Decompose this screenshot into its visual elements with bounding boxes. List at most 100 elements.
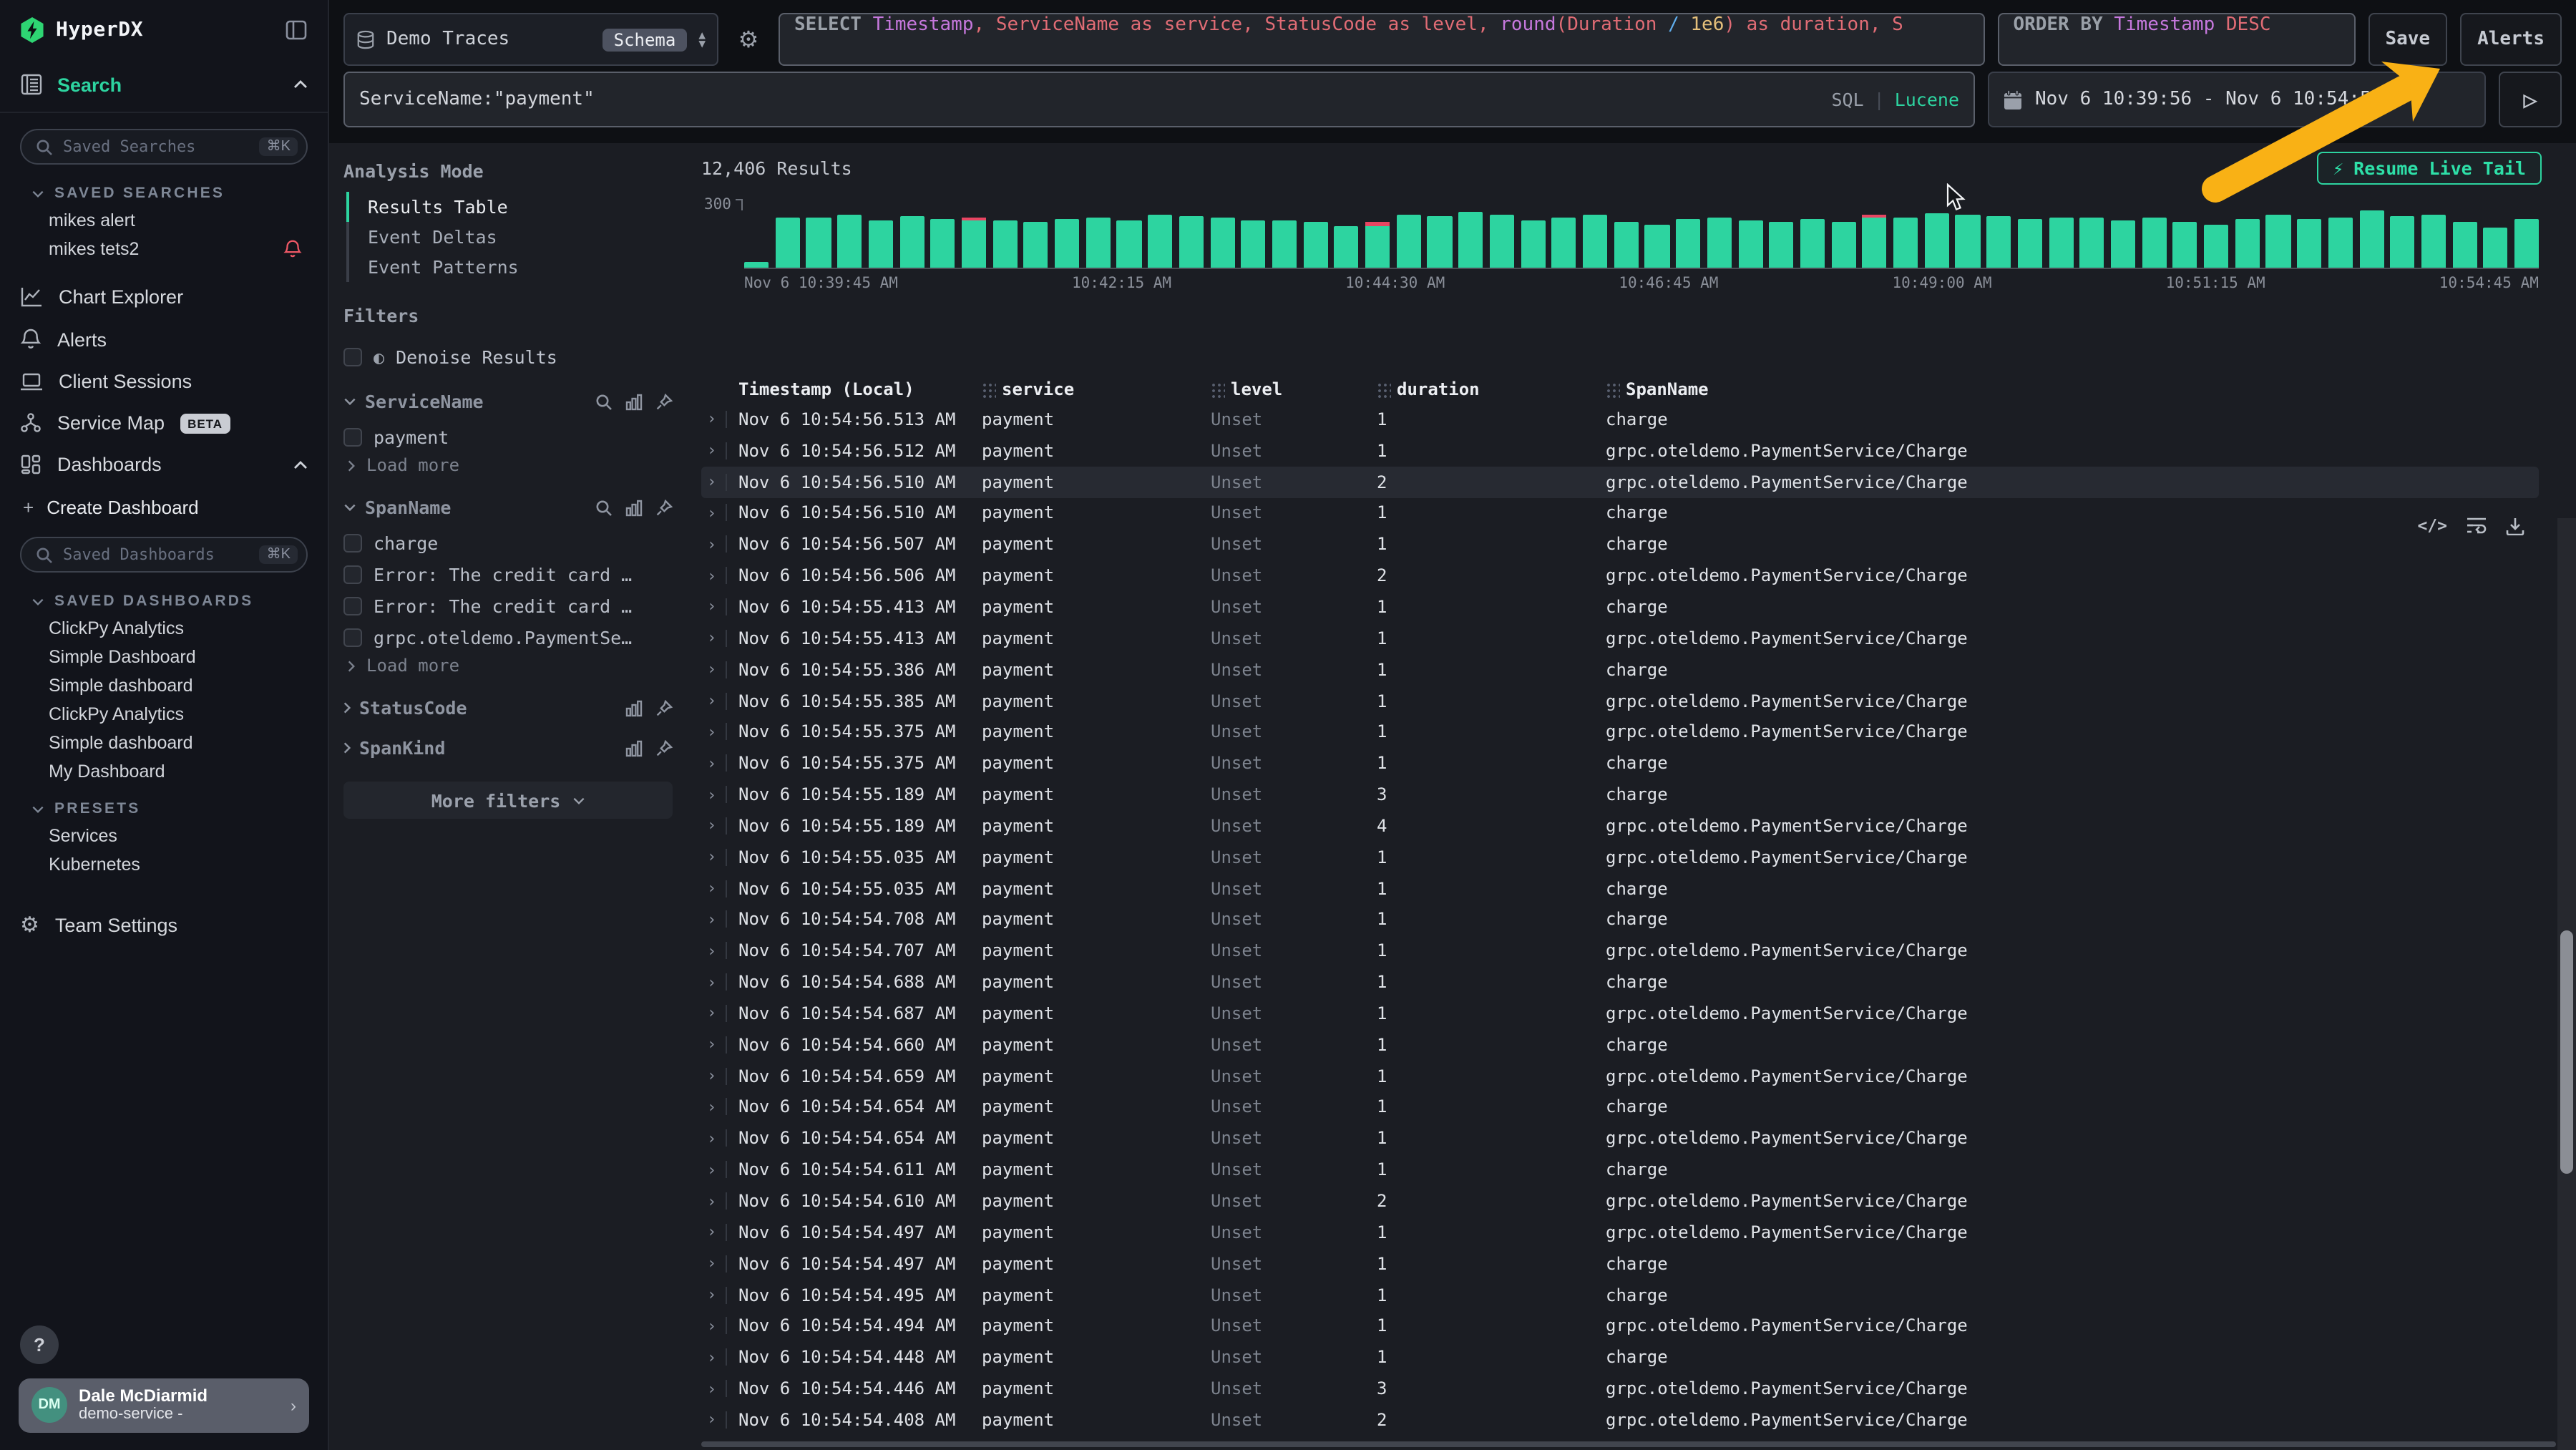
column-drag-handle[interactable] (1377, 381, 1391, 397)
saved-search-item[interactable]: mikes tets2 (0, 235, 328, 263)
preset-item[interactable]: Kubernetes (0, 850, 328, 879)
histogram-bar[interactable] (2297, 219, 2321, 268)
row-expander[interactable]: › (701, 504, 738, 522)
histogram-bar[interactable] (1085, 217, 1110, 268)
saved-dashboard-item[interactable]: ClickPy Analytics (0, 700, 328, 729)
table-row[interactable]: ›Nov 6 10:54:55.189 AMpaymentUnset4grpc.… (701, 810, 2539, 842)
analysis-mode-results-table[interactable]: Results Table (346, 192, 673, 222)
filter-group-spankind[interactable]: SpanKind (343, 737, 673, 759)
row-expander[interactable]: › (701, 535, 738, 554)
table-row[interactable]: ›Nov 6 10:54:55.189 AMpaymentUnset3charg… (701, 779, 2539, 810)
histogram-bar[interactable] (1397, 214, 1421, 268)
column-spanname[interactable]: SpanName (1606, 379, 2539, 399)
histogram-bar[interactable] (869, 220, 893, 268)
chart-icon[interactable] (625, 393, 643, 410)
histogram-bar[interactable] (2266, 214, 2290, 268)
table-row[interactable]: ›Nov 6 10:54:54.497 AMpaymentUnset1charg… (701, 1248, 2539, 1280)
row-expander[interactable]: › (701, 910, 738, 929)
saved-dashboard-item[interactable]: ClickPy Analytics (0, 614, 328, 643)
histogram-bar[interactable] (1148, 215, 1172, 268)
sidebar-item-service-map[interactable]: Service Map BETA (0, 402, 328, 444)
more-filters-button[interactable]: More filters (343, 782, 673, 819)
row-expander[interactable]: › (701, 1192, 738, 1210)
checkbox[interactable] (343, 533, 362, 552)
table-row[interactable]: ›Nov 6 10:54:56.506 AMpaymentUnset2grpc.… (701, 560, 2539, 591)
saved-searches-header[interactable]: SAVED SEARCHES (31, 185, 328, 202)
histogram-bar[interactable] (930, 220, 955, 268)
histogram-bar[interactable] (2359, 210, 2384, 268)
histogram-bar[interactable] (2049, 218, 2073, 268)
chart-icon[interactable] (625, 499, 643, 516)
horizontal-scrollbar[interactable] (701, 1441, 2556, 1447)
saved-dashboards-header[interactable]: SAVED DASHBOARDS (31, 593, 328, 610)
row-expander[interactable]: › (701, 1004, 738, 1023)
histogram-bar[interactable] (962, 218, 986, 268)
histogram-bar[interactable] (2111, 220, 2135, 268)
histogram-bar[interactable] (1863, 214, 1887, 268)
source-settings-button[interactable]: ⚙ (731, 13, 766, 66)
table-row[interactable]: ›Nov 6 10:54:54.408 AMpaymentUnset2grpc.… (701, 1404, 2539, 1436)
table-row[interactable]: ›Nov 6 10:54:55.386 AMpaymentUnset1charg… (701, 654, 2539, 686)
time-range-picker[interactable]: Nov 6 10:39:56 - Nov 6 10:54:56 (1988, 72, 2486, 127)
histogram-bar[interactable] (1521, 220, 1545, 268)
histogram-bar[interactable] (837, 214, 862, 268)
language-lucene[interactable]: Lucene (1895, 89, 1959, 110)
histogram-bar[interactable] (1490, 215, 1514, 268)
histogram-bar[interactable] (1024, 222, 1048, 268)
table-row[interactable]: ›Nov 6 10:54:54.446 AMpaymentUnset3grpc.… (701, 1373, 2539, 1404)
histogram-bar[interactable] (1583, 214, 1607, 268)
filter-option[interactable]: payment (343, 421, 673, 452)
row-expander[interactable]: › (701, 629, 738, 648)
chart-icon[interactable] (625, 699, 643, 716)
analysis-mode-event-patterns[interactable]: Event Patterns (346, 252, 673, 282)
row-expander[interactable]: › (701, 1036, 738, 1054)
histogram-bar[interactable] (806, 218, 831, 268)
table-row[interactable]: ›Nov 6 10:54:54.448 AMpaymentUnset1charg… (701, 1342, 2539, 1373)
pin-icon[interactable] (655, 739, 673, 756)
filter-option[interactable]: Error: The credit card … (343, 590, 673, 621)
language-sql[interactable]: SQL (1831, 89, 1863, 110)
histogram-bar[interactable] (2391, 216, 2415, 268)
filter-group-spanname[interactable]: SpanName (343, 497, 673, 518)
histogram-bar[interactable] (1738, 220, 1762, 268)
search-icon[interactable] (595, 499, 613, 516)
wrap-text-icon[interactable] (2466, 517, 2487, 534)
row-expander[interactable]: › (701, 442, 738, 460)
schema-badge[interactable]: Schema (602, 28, 688, 51)
table-row[interactable]: ›Nov 6 10:54:54.654 AMpaymentUnset1charg… (701, 1091, 2539, 1123)
table-row[interactable]: ›Nov 6 10:54:56.512 AMpaymentUnset1grpc.… (701, 435, 2539, 467)
sidebar-item-alerts[interactable]: Alerts (0, 318, 328, 361)
histogram-bar[interactable] (2484, 228, 2508, 268)
order-by-input[interactable]: ORDER BY Timestamp DESC (1997, 13, 2355, 66)
load-more-button[interactable]: Load more (343, 452, 673, 478)
filter-option[interactable]: grpc.oteldemo.PaymentSe… (343, 621, 673, 653)
pin-icon[interactable] (655, 699, 673, 716)
row-expander[interactable]: › (701, 1254, 738, 1273)
sidebar-item-dashboards[interactable]: Dashboards (0, 444, 328, 485)
run-query-button[interactable]: ▷ (2499, 72, 2562, 127)
histogram-bar[interactable] (2142, 217, 2166, 268)
histogram-bar[interactable] (2514, 220, 2539, 268)
hyperdx-logo[interactable]: HyperDX (20, 17, 143, 43)
histogram-bar[interactable] (992, 220, 1017, 268)
sidebar-item-chart-explorer[interactable]: Chart Explorer (0, 276, 328, 318)
sidebar-item-client-sessions[interactable]: Client Sessions (0, 361, 328, 402)
table-row[interactable]: ›Nov 6 10:54:54.687 AMpaymentUnset1grpc.… (701, 998, 2539, 1029)
column-drag-handle[interactable] (982, 381, 996, 397)
histogram-bar[interactable] (1800, 220, 1825, 268)
histogram-bar[interactable] (2018, 219, 2042, 268)
create-dashboard-button[interactable]: + Create Dashboard (0, 485, 328, 521)
table-row[interactable]: ›Nov 6 10:54:55.385 AMpaymentUnset1grpc.… (701, 685, 2539, 716)
row-expander[interactable]: › (701, 817, 738, 835)
histogram-bar[interactable] (1458, 213, 1483, 268)
checkbox[interactable] (343, 565, 362, 583)
row-expander[interactable]: › (701, 1223, 738, 1242)
row-expander[interactable]: › (701, 1379, 738, 1398)
row-expander[interactable]: › (701, 942, 738, 960)
save-button[interactable]: Save (2368, 13, 2447, 66)
histogram-bar[interactable] (775, 218, 799, 268)
presets-header[interactable]: PRESETS (31, 800, 328, 817)
denoise-results-option[interactable]: ◐ Denoise Results (343, 341, 673, 372)
histogram-bar[interactable] (1707, 218, 1732, 268)
column-service[interactable]: service (982, 379, 1211, 399)
